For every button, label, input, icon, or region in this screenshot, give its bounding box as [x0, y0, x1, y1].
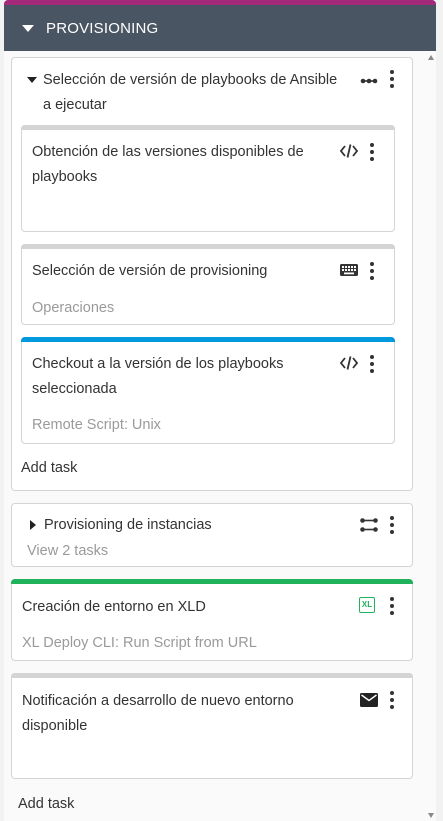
task-title: Checkout a la versión de los playbooks s…	[32, 356, 284, 397]
group-title[interactable]: Provisioning de instancias	[44, 513, 212, 538]
group-title[interactable]: Selección de versión de playbooks de Ans…	[43, 68, 343, 118]
task-color-bar	[21, 125, 395, 130]
task-title: Selección de versión de provisioning	[32, 263, 268, 279]
task-card[interactable]: Checkout a la versión de los playbooks s…	[21, 337, 395, 444]
task-title: Notificación a desarrollo de nuevo entor…	[22, 693, 294, 734]
add-task-link[interactable]: Add task	[21, 460, 77, 476]
task-color-bar	[11, 673, 413, 678]
kebab-menu-icon[interactable]	[370, 143, 374, 164]
view-tasks-link[interactable]: View 2 tasks	[27, 543, 108, 559]
task-card[interactable]: Creación de entorno en XLD XL XL Deploy …	[11, 579, 413, 661]
scrollbar[interactable]	[426, 51, 436, 821]
code-icon	[340, 144, 358, 158]
kebab-menu-icon[interactable]	[390, 70, 394, 91]
kebab-menu-icon[interactable]	[390, 691, 394, 712]
task-card[interactable]: Obtención de las versiones disponibles d…	[21, 125, 395, 232]
collapse-triangle-icon[interactable]	[22, 24, 34, 32]
xl-deploy-icon: XL	[359, 597, 375, 613]
task-subtitle: Operaciones	[32, 300, 115, 316]
phase-title: PROVISIONING	[46, 19, 159, 37]
add-task-link[interactable]: Add task	[18, 796, 74, 812]
task-subtitle: Remote Script: Unix	[32, 417, 161, 433]
task-card[interactable]: Notificación a desarrollo de nuevo entor…	[11, 673, 413, 779]
task-color-bar	[11, 579, 413, 584]
task-card[interactable]: Selección de versión de provisioning Ope…	[21, 244, 395, 325]
parallel-group-icon	[360, 518, 378, 532]
task-color-bar	[21, 337, 395, 342]
mail-icon	[360, 693, 378, 707]
group-collapse-triangle-icon[interactable]	[27, 77, 37, 83]
phase-header[interactable]: PROVISIONING	[4, 5, 436, 51]
task-color-bar	[21, 244, 395, 249]
keyboard-icon	[340, 264, 358, 276]
code-icon	[340, 356, 358, 370]
task-title: Obtención de las versiones disponibles d…	[32, 144, 304, 185]
task-title: Creación de entorno en XLD	[22, 599, 206, 615]
kebab-menu-icon[interactable]	[370, 355, 374, 376]
scroll-down-arrow-icon[interactable]	[428, 813, 434, 818]
scroll-up-arrow-icon[interactable]	[428, 55, 434, 60]
task-group-card[interactable]: Provisioning de instancias View 2 tasks	[11, 503, 413, 567]
kebab-menu-icon[interactable]	[390, 516, 394, 537]
kebab-menu-icon[interactable]	[390, 597, 394, 618]
phase-panel: PROVISIONING Selección de versión de pla…	[4, 0, 436, 821]
xl-deploy-icon-text: XL	[361, 600, 373, 609]
task-subtitle: XL Deploy CLI: Run Script from URL	[22, 635, 257, 651]
more-horiz-icon[interactable]	[360, 77, 378, 85]
kebab-menu-icon[interactable]	[370, 262, 374, 283]
task-group-card: Selección de versión de playbooks de Ans…	[11, 57, 413, 491]
group-expand-triangle-icon[interactable]	[30, 520, 36, 530]
